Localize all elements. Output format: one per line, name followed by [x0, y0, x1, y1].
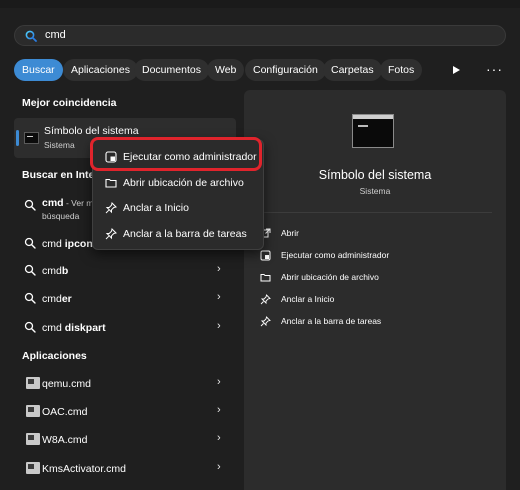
web-search-query: cmd — [42, 197, 64, 209]
suggestion-completion: b — [61, 265, 69, 277]
chevron-right-icon[interactable]: › — [217, 432, 221, 444]
action-label: Ejecutar como administrador — [281, 250, 390, 260]
search-icon — [24, 199, 36, 211]
app-label: qemu.cmd — [42, 378, 92, 390]
search-icon — [24, 292, 36, 304]
pin-icon — [260, 294, 271, 305]
details-panel: Símbolo del sistema Sistema Abrir Ejecut… — [244, 90, 506, 490]
menu-item-pin-start[interactable]: Anclar a Inicio — [97, 197, 259, 219]
suggestion-completion: er — [61, 293, 72, 305]
app-row[interactable]: OAC.cmd › — [14, 400, 236, 424]
cmd-file-icon — [26, 377, 40, 389]
suggestion-row[interactable]: cmdb › — [14, 259, 236, 283]
suggestion-label: cmdb — [42, 265, 68, 277]
action-open-location[interactable]: Abrir ubicación de archivo — [260, 270, 490, 286]
more-options-button[interactable]: ··· — [486, 61, 503, 77]
menu-item-pin-taskbar[interactable]: Anclar a la barra de tareas — [97, 223, 259, 245]
chip-web[interactable]: Web — [207, 59, 245, 81]
chevron-right-icon[interactable]: › — [217, 291, 221, 303]
menu-item-label: Anclar a la barra de tareas — [123, 228, 247, 240]
pin-taskbar-icon — [105, 228, 117, 240]
app-label: KmsActivator.cmd — [42, 463, 127, 475]
best-match-title: Símbolo del sistema — [44, 125, 139, 137]
suggestion-label: cmd ipconfi — [42, 238, 99, 250]
best-match-subtitle: Sistema — [44, 140, 75, 150]
apps-heading: Aplicaciones — [22, 350, 87, 362]
chevron-right-icon[interactable]: › — [217, 404, 221, 416]
chip-aplicaciones[interactable]: Aplicaciones — [63, 59, 138, 81]
folder-icon — [105, 178, 117, 188]
suggestion-prefix: cmd — [42, 322, 65, 334]
app-row[interactable]: W8A.cmd › — [14, 428, 236, 452]
search-icon — [25, 30, 37, 42]
chevron-right-icon[interactable]: › — [217, 263, 221, 275]
action-pin-start[interactable]: Anclar a Inicio — [260, 292, 490, 308]
suggestion-row[interactable]: cmd diskpart › — [14, 316, 236, 340]
chip-documentos[interactable]: Documentos — [134, 59, 209, 81]
web-search-line2: búsqueda — [42, 211, 80, 221]
menu-item-label: Anclar a Inicio — [123, 202, 189, 214]
action-label: Anclar a la barra de tareas — [281, 316, 382, 326]
suggestion-prefix: cmd — [42, 238, 65, 250]
action-run-as-admin[interactable]: Ejecutar como administrador — [260, 248, 490, 264]
app-row[interactable]: KmsActivator.cmd › — [14, 457, 236, 481]
suggestion-label: cmder — [42, 293, 72, 305]
web-search-suffix: - Ver m — [63, 198, 94, 208]
action-label: Abrir — [281, 228, 299, 238]
pin-icon — [105, 202, 117, 214]
top-edge — [0, 0, 520, 8]
cmd-file-icon — [26, 405, 40, 417]
filter-bar: Buscar Aplicaciones Documentos Web Confi… — [14, 59, 514, 81]
play-icon[interactable] — [450, 64, 462, 76]
shield-admin-icon — [260, 250, 271, 261]
search-icon — [24, 321, 36, 333]
action-pin-taskbar[interactable]: Anclar a la barra de tareas — [260, 314, 490, 330]
action-label: Abrir ubicación de archivo — [281, 272, 379, 282]
details-subtitle: Sistema — [359, 186, 391, 196]
web-search-label: cmd - Ver m — [42, 197, 93, 209]
search-box[interactable]: cmd — [14, 25, 506, 46]
command-prompt-icon — [24, 132, 39, 144]
app-row[interactable]: qemu.cmd › — [14, 372, 236, 396]
chip-buscar[interactable]: Buscar — [14, 59, 63, 81]
search-icon — [24, 264, 36, 276]
suggestion-prefix: cmd — [42, 293, 62, 305]
details-title: Símbolo del sistema — [318, 168, 432, 182]
chip-configuracion[interactable]: Configuración — [245, 59, 326, 81]
cmd-file-icon — [26, 462, 40, 474]
cmd-file-icon — [26, 433, 40, 445]
search-input[interactable]: cmd — [45, 29, 66, 41]
app-label: W8A.cmd — [42, 434, 88, 446]
chevron-right-icon[interactable]: › — [217, 461, 221, 473]
search-icon — [24, 237, 36, 249]
chevron-right-icon[interactable]: › — [217, 320, 221, 332]
command-prompt-icon — [352, 114, 394, 148]
highlight-annotation — [90, 137, 262, 171]
suggestion-completion: diskpart — [64, 322, 106, 334]
menu-item-open-location[interactable]: Abrir ubicación de archivo — [97, 172, 259, 194]
chip-fotos[interactable]: Fotos — [380, 59, 423, 81]
suggestion-prefix: cmd — [42, 265, 62, 277]
action-label: Anclar a Inicio — [281, 294, 335, 304]
suggestion-label: cmd diskpart — [42, 322, 106, 334]
pin-taskbar-icon — [260, 316, 271, 327]
divider — [258, 212, 492, 213]
folder-icon — [260, 274, 271, 282]
menu-item-label: Abrir ubicación de archivo — [123, 177, 244, 189]
suggestion-row[interactable]: cmder › — [14, 287, 236, 311]
app-label: OAC.cmd — [42, 406, 88, 418]
action-abrir[interactable]: Abrir — [260, 226, 490, 242]
selection-indicator — [16, 130, 19, 146]
chevron-right-icon[interactable]: › — [217, 376, 221, 388]
best-match-heading: Mejor coincidencia — [22, 97, 117, 109]
chip-carpetas[interactable]: Carpetas — [323, 59, 382, 81]
